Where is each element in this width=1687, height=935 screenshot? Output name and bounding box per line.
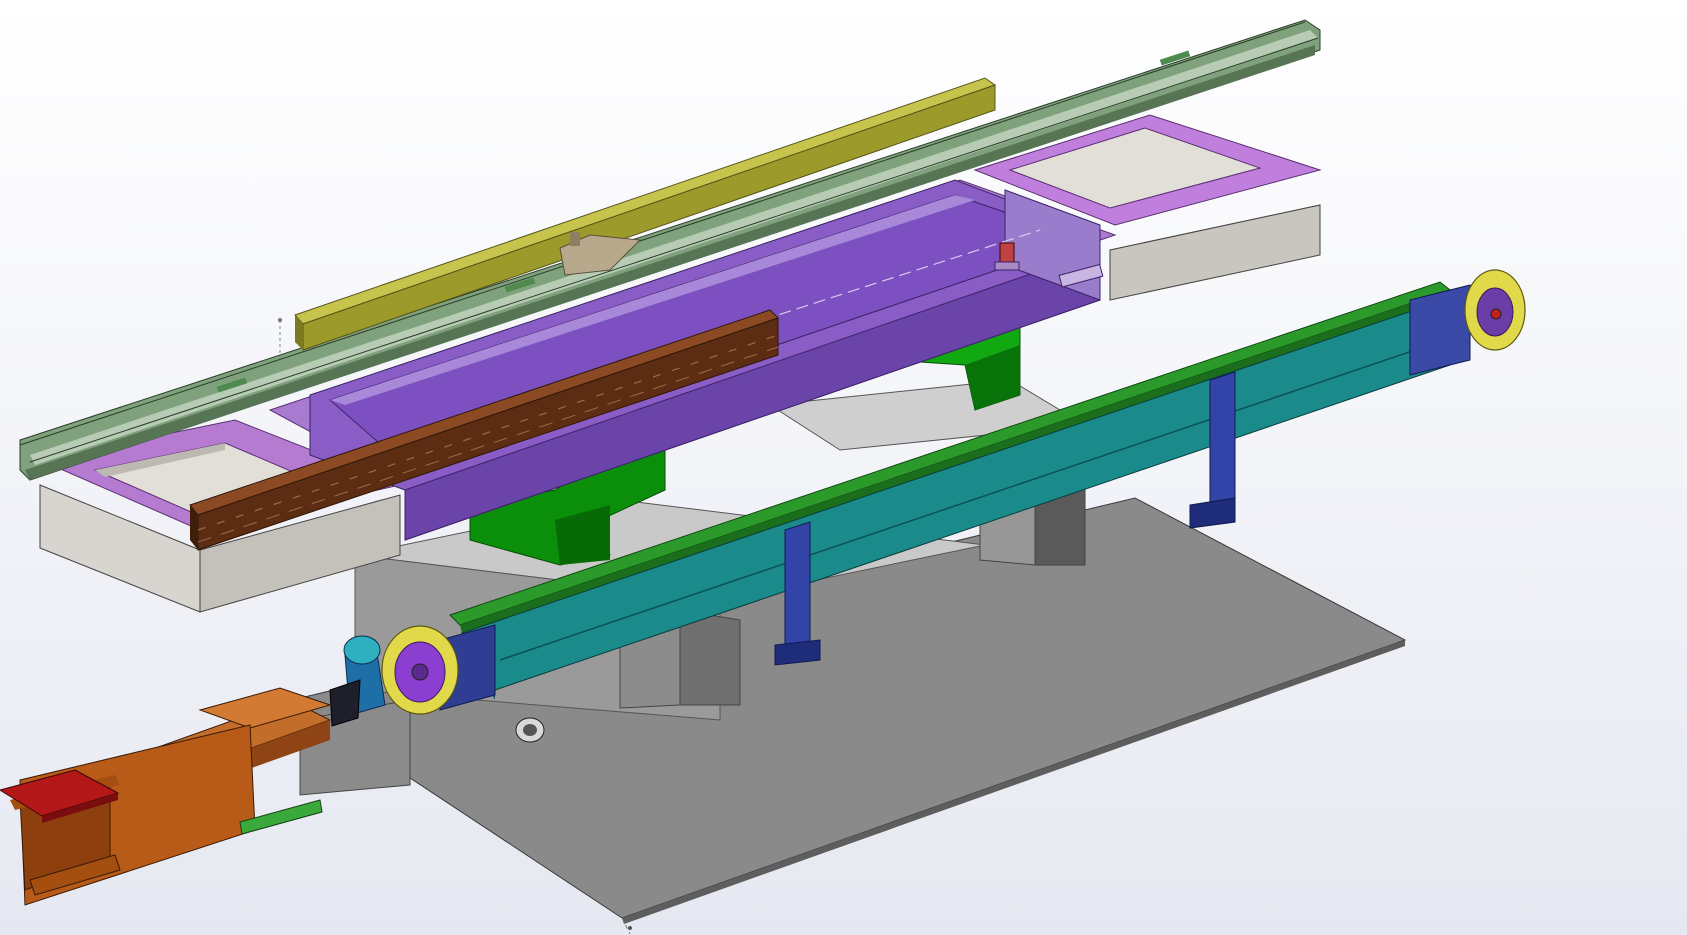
bearing[interactable] bbox=[515, 717, 545, 743]
right-pulley[interactable] bbox=[1464, 269, 1526, 351]
cad-graphics-area[interactable] bbox=[0, 0, 1687, 935]
left-pulley[interactable] bbox=[381, 625, 459, 715]
cad-assembly-view[interactable] bbox=[0, 0, 1687, 935]
